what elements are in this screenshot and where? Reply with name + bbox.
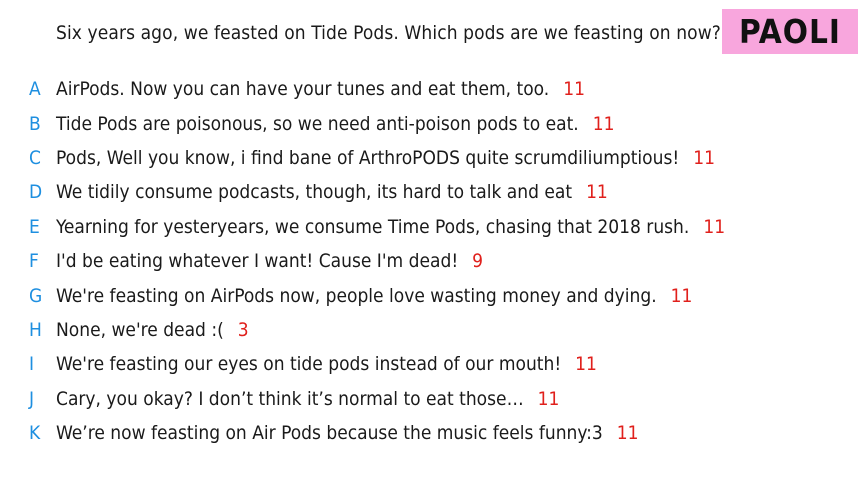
- answer-score: 11: [575, 353, 597, 376]
- answer-item-i[interactable]: I We're feasting our eyes on tide pods i…: [0, 347, 864, 381]
- answer-item-d[interactable]: D We tidily consume podcasts, though, it…: [0, 175, 864, 209]
- answer-score: 11: [670, 284, 693, 307]
- answer-score: 11: [693, 146, 715, 169]
- answer-score: 11: [537, 387, 560, 410]
- answer-text: Pods, Well you know, i find bane of Arth…: [56, 146, 680, 169]
- answer-content: None, we're dead :( 3: [56, 319, 249, 341]
- answer-content: We're feasting our eyes on tide pods ins…: [56, 353, 597, 375]
- question-prompt: Six years ago, we feasted on Tide Pods. …: [56, 22, 721, 44]
- answer-content: Pods, Well you know, i find bane of Arth…: [56, 147, 715, 169]
- answer-list: A AirPods. Now you can have your tunes a…: [0, 72, 864, 450]
- answer-item-k[interactable]: K We’re now feasting on Air Pods because…: [0, 416, 864, 450]
- answer-letter: H: [29, 318, 42, 341]
- answer-item-f[interactable]: F I'd be eating whatever I want! Cause I…: [0, 244, 864, 278]
- answer-score: 11: [586, 181, 608, 204]
- answer-letter: B: [29, 112, 41, 135]
- answer-item-a[interactable]: A AirPods. Now you can have your tunes a…: [0, 72, 864, 106]
- answer-letter: F: [29, 250, 39, 273]
- answer-score: 3: [237, 318, 249, 341]
- answer-text: We’re now feasting on Air Pods because t…: [56, 422, 603, 445]
- answer-item-c[interactable]: C Pods, Well you know, i find bane of Ar…: [0, 141, 864, 175]
- answer-letter: E: [29, 215, 40, 238]
- answer-item-h[interactable]: H None, we're dead :( 3: [0, 313, 864, 347]
- answer-score: 11: [592, 112, 615, 135]
- answer-content: We’re now feasting on Air Pods because t…: [56, 422, 639, 444]
- answer-letter: D: [29, 181, 43, 204]
- answer-content: Cary, you okay? I don’t think it’s norma…: [56, 388, 559, 410]
- answer-score: 11: [616, 422, 639, 445]
- answer-text: AirPods. Now you can have your tunes and…: [56, 78, 550, 101]
- answer-text: I'd be eating whatever I want! Cause I'm…: [56, 250, 459, 273]
- answer-letter: J: [29, 387, 35, 410]
- answer-content: We're feasting on AirPods now, people lo…: [56, 285, 692, 307]
- answer-item-g[interactable]: G We're feasting on AirPods now, people …: [0, 278, 864, 312]
- answer-text: We tidily consume podcasts, though, its …: [56, 181, 573, 204]
- player-name: PAOLI: [739, 12, 841, 51]
- answer-item-j[interactable]: J Cary, you okay? I don’t think it’s nor…: [0, 382, 864, 416]
- answer-content: Yearning for yesteryears, we consume Tim…: [56, 216, 725, 238]
- answer-score: 11: [703, 215, 726, 238]
- answer-text: We're feasting our eyes on tide pods ins…: [56, 353, 562, 376]
- answer-letter: A: [29, 78, 41, 101]
- answer-content: We tidily consume podcasts, though, its …: [56, 181, 608, 203]
- answer-item-b[interactable]: B Tide Pods are poisonous, so we need an…: [0, 106, 864, 140]
- answer-score: 9: [472, 250, 484, 273]
- player-name-tag: PAOLI: [722, 9, 858, 54]
- answer-letter: I: [29, 353, 35, 376]
- answer-content: I'd be eating whatever I want! Cause I'm…: [56, 250, 483, 272]
- answer-text: Cary, you okay? I don’t think it’s norma…: [56, 387, 524, 410]
- answer-text: We're feasting on AirPods now, people lo…: [56, 284, 657, 307]
- answer-content: Tide Pods are poisonous, so we need anti…: [56, 113, 614, 135]
- answer-letter: C: [29, 146, 41, 169]
- answer-item-e[interactable]: E Yearning for yesteryears, we consume T…: [0, 210, 864, 244]
- answer-letter: G: [29, 284, 43, 307]
- answer-text: None, we're dead :(: [56, 318, 224, 341]
- answer-text: Yearning for yesteryears, we consume Tim…: [56, 215, 690, 238]
- answer-text: Tide Pods are poisonous, so we need anti…: [56, 112, 579, 135]
- answer-letter: K: [29, 422, 41, 445]
- answer-score: 11: [563, 78, 585, 101]
- answer-content: AirPods. Now you can have your tunes and…: [56, 78, 585, 100]
